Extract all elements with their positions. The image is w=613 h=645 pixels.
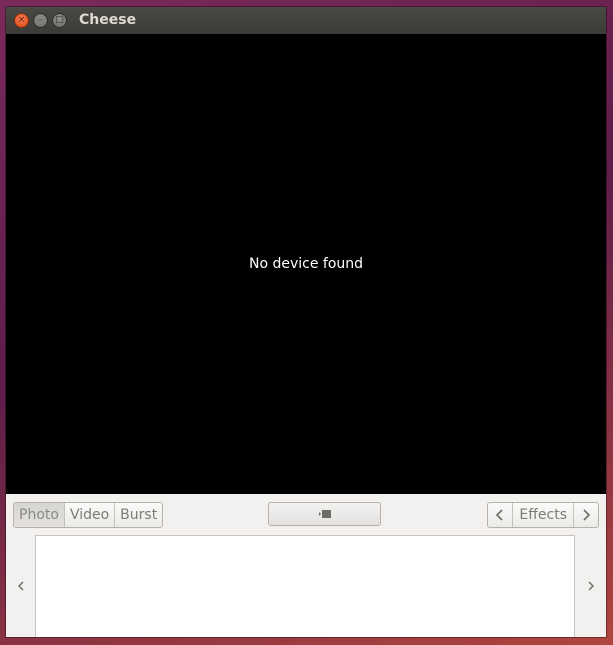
chevron-right-icon: [588, 581, 594, 591]
gallery-next-button[interactable]: [581, 574, 601, 598]
mode-photo-button[interactable]: Photo: [14, 503, 65, 527]
minimize-icon: –: [38, 15, 43, 25]
chevron-left-icon: [496, 509, 503, 521]
close-window-button[interactable]: ×: [14, 13, 29, 28]
title-bar[interactable]: × – □ Cheese: [6, 7, 606, 34]
toolbar: Photo Video Burst Effects: [6, 494, 606, 534]
mode-burst-button[interactable]: Burst: [115, 503, 162, 527]
thumbnail-gallery: [6, 534, 606, 637]
effects-next-button[interactable]: [574, 503, 598, 527]
chevron-right-icon: [583, 509, 591, 521]
cheese-window: × – □ Cheese No device found Photo Video…: [6, 7, 606, 637]
thumbnail-area[interactable]: [35, 535, 575, 637]
mode-switcher: Photo Video Burst: [13, 502, 164, 528]
window-title: Cheese: [79, 12, 137, 28]
minimize-window-button[interactable]: –: [33, 13, 48, 28]
mode-video-button[interactable]: Video: [65, 503, 116, 527]
close-icon: ×: [17, 15, 26, 25]
camera-icon: [318, 510, 331, 518]
maximize-icon: □: [55, 15, 64, 25]
gallery-prev-button[interactable]: [11, 574, 31, 598]
chevron-left-icon: [18, 581, 24, 591]
camera-viewport: No device found: [6, 34, 606, 494]
no-device-message: No device found: [248, 256, 364, 272]
effects-button[interactable]: Effects: [513, 503, 574, 527]
take-photo-button[interactable]: [268, 502, 381, 526]
maximize-window-button[interactable]: □: [52, 13, 67, 28]
effects-prev-button[interactable]: [488, 503, 514, 527]
effects-switcher: Effects: [487, 502, 599, 528]
